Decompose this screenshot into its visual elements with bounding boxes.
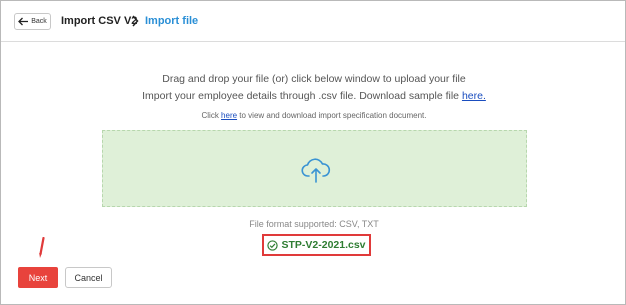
- spec-doc-link[interactable]: here: [221, 111, 237, 120]
- next-button[interactable]: Next: [18, 267, 58, 288]
- upload-instructions: Drag and drop your file (or) click below…: [162, 73, 466, 85]
- sample-file-text: Import your employee details through .cs…: [1, 90, 626, 102]
- cloud-upload-icon: [301, 158, 331, 183]
- file-dropzone[interactable]: [102, 130, 527, 207]
- check-circle-icon: [267, 239, 279, 251]
- page-title: Import CSV V2: [61, 15, 138, 27]
- spec-doc-prefix: Click: [201, 111, 222, 120]
- chevron-right-icon: [132, 15, 139, 27]
- spec-doc-suffix: to view and download import specificatio…: [237, 111, 427, 120]
- cancel-button[interactable]: Cancel: [65, 267, 112, 288]
- back-button-label: Back: [31, 18, 47, 25]
- spec-doc-text: Click here to view and download import s…: [1, 111, 626, 120]
- breadcrumb-current: Import file: [145, 15, 199, 27]
- sample-file-prefix: Import your employee details through .cs…: [142, 90, 462, 102]
- selected-file: STP-V2-2021.csv: [262, 234, 371, 256]
- supported-formats: File format supported: CSV, TXT: [249, 219, 379, 229]
- selected-file-name: STP-V2-2021.csv: [281, 239, 366, 251]
- pencil-annotation-icon: [39, 237, 45, 258]
- back-button[interactable]: Back: [14, 13, 51, 30]
- page-header: Back Import CSV V2 Import file: [1, 1, 625, 42]
- download-sample-link[interactable]: here.: [462, 90, 486, 102]
- import-page: Back Import CSV V2 Import file Drag and …: [0, 0, 626, 305]
- arrow-left-icon: [18, 17, 29, 26]
